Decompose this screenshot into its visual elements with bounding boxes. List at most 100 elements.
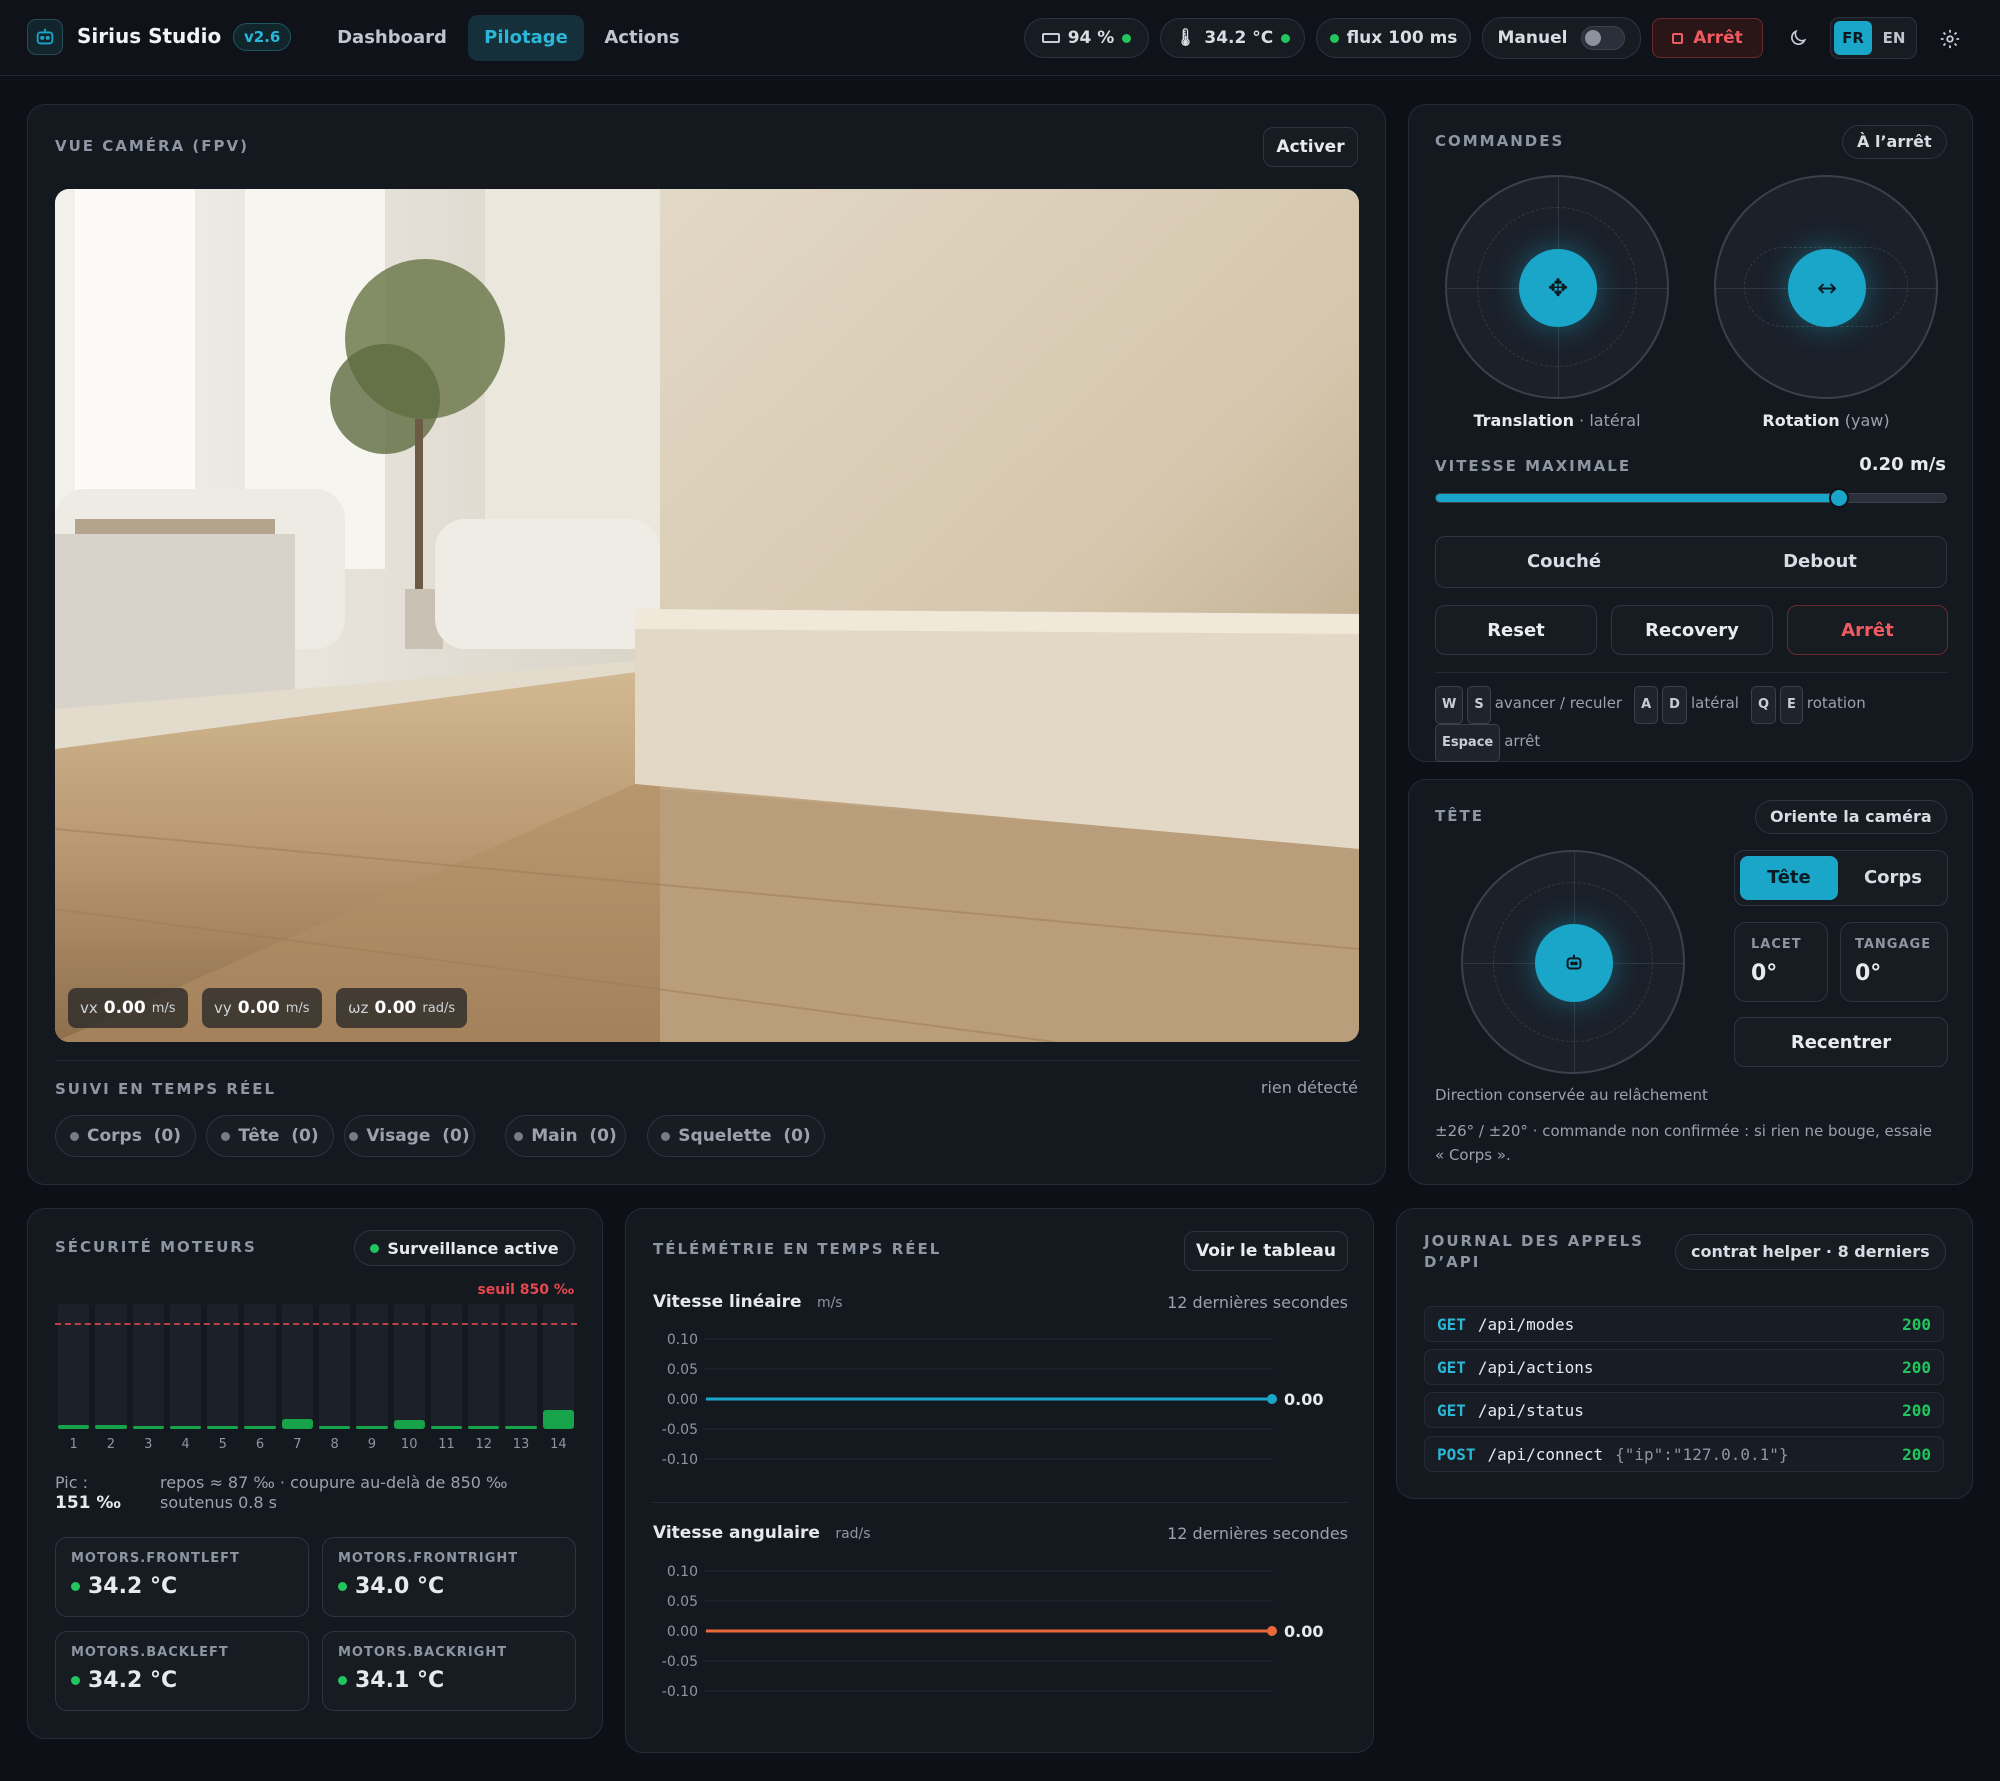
manual-mode-toggle[interactable]: Manuel bbox=[1482, 17, 1641, 59]
rotation-joystick[interactable]: ↔ bbox=[1714, 175, 1938, 399]
tracking-title: SUIVI EN TEMPS RÉEL bbox=[55, 1080, 277, 1098]
telemetry-title: TÉLÉMÉTRIE EN TEMPS RÉEL bbox=[653, 1240, 942, 1258]
angular-chart-window: 12 dernières secondes bbox=[1167, 1524, 1348, 1543]
linear-current-value: 0.00 bbox=[1284, 1390, 1323, 1409]
divider bbox=[55, 1060, 1359, 1061]
battery-icon bbox=[1041, 33, 1060, 43]
app-logo-icon bbox=[27, 19, 63, 55]
pitch-label: TANGAGE bbox=[1855, 937, 1932, 952]
motor-index-label: 2 bbox=[106, 1437, 116, 1452]
motor-load-bar bbox=[356, 1426, 388, 1429]
motor-index-label: 8 bbox=[330, 1437, 339, 1452]
angular-tick-label: -0.10 bbox=[662, 1684, 698, 1700]
motor-safety-card: SÉCURITÉ MOTEURS Surveillance active seu… bbox=[27, 1208, 603, 1739]
posture-lying-button[interactable]: Couché bbox=[1436, 537, 1692, 587]
api-log-row: GET /api/actions 200 bbox=[1424, 1349, 1944, 1385]
api-log-row: GET /api/status 200 bbox=[1424, 1392, 1944, 1428]
activate-camera-button[interactable]: Activer bbox=[1263, 127, 1358, 167]
motor-index-label: 5 bbox=[218, 1437, 227, 1452]
api-contract-badge: contrat helper · 8 derniers bbox=[1675, 1234, 1946, 1270]
app-name: Sirius Studio bbox=[77, 24, 222, 48]
motor-note: repos ≈ 87 ‰ · coupure au-delà de 850 ‰ s… bbox=[160, 1473, 508, 1512]
stop-button[interactable]: Arrêt bbox=[1787, 605, 1948, 655]
threshold-label: seuil 850 ‰ bbox=[477, 1282, 574, 1298]
lang-en-button[interactable]: EN bbox=[1875, 21, 1913, 55]
angular-last-point bbox=[1267, 1626, 1277, 1636]
motor-load-chart: 1 2 3 4 5 6 7 8 9 10 11 12 13 14 bbox=[55, 1304, 577, 1464]
translation-knob-move-icon[interactable]: ✥ bbox=[1519, 249, 1597, 327]
linear-last-point bbox=[1267, 1394, 1277, 1404]
recovery-button[interactable]: Recovery bbox=[1611, 605, 1773, 655]
nav-dashboard[interactable]: Dashboard bbox=[322, 16, 462, 60]
reset-button[interactable]: Reset bbox=[1435, 605, 1597, 655]
tracking-status: rien détecté bbox=[1260, 1078, 1358, 1097]
linear-tick-label: 0.00 bbox=[667, 1392, 698, 1408]
tracking-chip-skeleton[interactable]: Squelette (0) bbox=[647, 1115, 825, 1157]
vx-readout: vx 0.00 m/s bbox=[68, 988, 188, 1028]
tracking-chip-face[interactable]: Visage (0) bbox=[344, 1115, 475, 1157]
view-table-button[interactable]: Voir le tableau bbox=[1184, 1231, 1348, 1271]
head-knob-robot-icon[interactable] bbox=[1535, 924, 1613, 1002]
max-speed-slider-thumb[interactable] bbox=[1828, 488, 1849, 508]
head-note-range: ±26° / ±20° · commande non confirmée : s… bbox=[1435, 1122, 1932, 1164]
motor-temp-backleft: MOTORS.BACKLEFT 34.2 °C bbox=[55, 1631, 309, 1711]
toggle-head-button[interactable]: Tête bbox=[1740, 856, 1838, 900]
posture-standing-button[interactable]: Debout bbox=[1692, 537, 1948, 587]
motor-load-bar bbox=[95, 1425, 127, 1429]
motor-load-bar bbox=[430, 1426, 463, 1429]
motor-load-bar bbox=[393, 1420, 425, 1429]
tracking-chip-hand[interactable]: Main (0) bbox=[505, 1115, 626, 1157]
head-camera-badge: Oriente la caméra bbox=[1755, 800, 1947, 834]
api-log-card: JOURNAL DES APPELS D’API contrat helper ·… bbox=[1396, 1208, 1973, 1499]
divider bbox=[653, 1502, 1348, 1503]
flux-status: flux 100 ms bbox=[1316, 18, 1471, 58]
motor-temp-frontright: MOTORS.FRONTRIGHT 34.0 °C bbox=[322, 1537, 576, 1617]
moon-icon[interactable] bbox=[1784, 24, 1812, 52]
motor-temp-backright: MOTORS.BACKRIGHT 34.1 °C bbox=[322, 1631, 576, 1711]
rotation-knob-arrows-icon[interactable]: ↔ bbox=[1788, 249, 1866, 327]
motor-index-label: 11 bbox=[438, 1437, 455, 1452]
max-speed-label: VITESSE MAXIMALE bbox=[1435, 457, 1632, 475]
head-body-toggle: Tête Corps bbox=[1734, 850, 1948, 906]
toggle-body-button[interactable]: Corps bbox=[1843, 856, 1943, 900]
motor-index-label: 1 bbox=[69, 1437, 78, 1452]
angular-tick-label: -0.05 bbox=[662, 1654, 698, 1670]
robot-state-badge: À l’arrêt bbox=[1842, 125, 1947, 159]
temperature-value: 34.2 °C bbox=[1204, 28, 1274, 48]
max-speed-slider-fill bbox=[1436, 494, 1839, 502]
camera-card: VUE CAMÉRA (FPV) Activer vx 0.00 m/s vy … bbox=[27, 104, 1386, 1185]
rotation-label: Rotation (yaw) bbox=[1762, 411, 1890, 430]
settings-gear-icon[interactable] bbox=[1937, 26, 1963, 52]
manual-mode-label: Manuel bbox=[1497, 28, 1568, 48]
emergency-stop-button[interactable]: Arrêt bbox=[1652, 18, 1763, 58]
top-bar: Sirius Studio v2.6 Dashboard Pilotage Ac… bbox=[0, 0, 2000, 76]
yaw-value: 0° bbox=[1751, 961, 1778, 986]
motor-temp-frontleft: MOTORS.FRONTLEFT 34.2 °C bbox=[55, 1537, 309, 1617]
tracking-chip-head[interactable]: Tête (0) bbox=[206, 1115, 334, 1157]
translation-joystick[interactable]: ✥ bbox=[1445, 175, 1669, 399]
motor-index-label: 12 bbox=[475, 1437, 493, 1452]
nav-actions[interactable]: Actions bbox=[590, 16, 694, 60]
battery-value: 94 % bbox=[1067, 28, 1115, 48]
telemetry-card: TÉLÉMÉTRIE EN TEMPS RÉEL Voir le tableau… bbox=[625, 1208, 1374, 1753]
monitoring-badge: Surveillance active bbox=[354, 1230, 575, 1266]
nav-pilotage[interactable]: Pilotage bbox=[468, 15, 584, 61]
head-joystick[interactable] bbox=[1461, 850, 1685, 1074]
motor-index-label: 3 bbox=[144, 1437, 153, 1452]
angular-tick-label: 0.00 bbox=[667, 1624, 698, 1640]
toggle-switch[interactable] bbox=[1581, 26, 1626, 50]
peak-value: 151 ‰ bbox=[55, 1493, 121, 1513]
wz-readout: ωz 0.00 rad/s bbox=[336, 988, 468, 1028]
motor-index-label: 6 bbox=[255, 1437, 265, 1452]
tracking-chip-body[interactable]: Corps (0) bbox=[55, 1115, 196, 1157]
motor-load-bar bbox=[207, 1425, 239, 1429]
motor-load-bar bbox=[468, 1426, 500, 1429]
max-speed-slider[interactable] bbox=[1435, 488, 1947, 508]
temperature-status: 🌡︎ 34.2 °C bbox=[1160, 18, 1305, 58]
linear-tick-label: 0.10 bbox=[667, 1332, 698, 1348]
api-log-title: JOURNAL DES APPELS D’API bbox=[1424, 1232, 1644, 1271]
yaw-label: LACET bbox=[1751, 937, 1802, 952]
posture-group: Couché Debout bbox=[1435, 536, 1947, 588]
recenter-button[interactable]: Recentrer bbox=[1734, 1017, 1948, 1067]
lang-fr-button[interactable]: FR bbox=[1834, 21, 1872, 55]
